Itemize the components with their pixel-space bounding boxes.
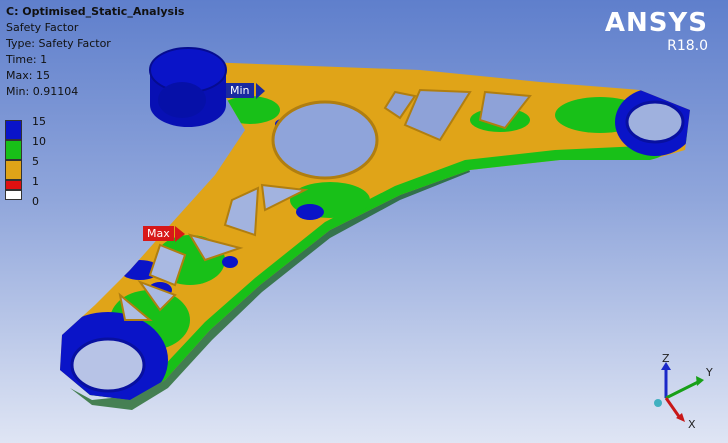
contour-blue-patch	[296, 204, 324, 220]
max-probe-label: Max	[147, 227, 170, 240]
y-axis-arrow	[696, 376, 704, 386]
min-probe-pointer	[256, 83, 265, 99]
max-probe-flag[interactable]: Max	[143, 226, 174, 241]
z-axis-label: Z	[662, 352, 670, 365]
bracket-hole-left	[70, 337, 146, 393]
graphics-viewport[interactable]: C: Optimised_Static_Analysis Safety Fact…	[0, 0, 728, 443]
contour-green-patch	[220, 96, 280, 124]
cylinder-boss-bore	[158, 82, 206, 118]
triad-origin	[654, 399, 662, 407]
bracket-model[interactable]	[0, 0, 728, 443]
y-axis-line	[665, 380, 699, 400]
coordinate-triad[interactable]: Z Y X	[640, 350, 720, 435]
min-probe-label: Min	[230, 84, 250, 97]
max-probe-pointer	[175, 226, 185, 242]
min-probe-flag[interactable]: Min	[226, 83, 254, 98]
contour-blue-patch	[222, 256, 238, 268]
x-axis-line	[664, 397, 682, 419]
y-axis-label: Y	[705, 366, 713, 379]
bracket-hole-center	[271, 100, 379, 180]
bracket-hole-right	[625, 100, 685, 144]
x-axis-label: X	[688, 418, 696, 431]
